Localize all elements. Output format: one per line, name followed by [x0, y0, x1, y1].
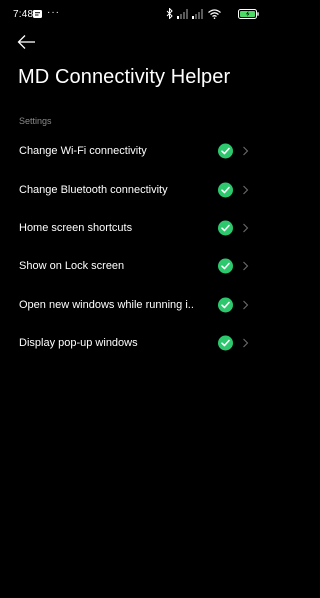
check-circle-icon — [218, 143, 233, 159]
check-circle-icon — [218, 335, 233, 351]
arrow-left-icon — [17, 35, 35, 49]
check-circle-icon — [218, 220, 233, 236]
section-header: Settings — [19, 116, 52, 126]
back-button[interactable] — [14, 31, 40, 53]
setting-row-show-on-lock-screen[interactable]: Show on Lock screen — [0, 247, 269, 285]
setting-label: Show on Lock screen — [19, 260, 125, 273]
chevron-right-icon — [243, 300, 249, 310]
setting-label: Home screen shortcuts — [19, 221, 133, 234]
battery-icon — [238, 9, 259, 19]
settings-list: Change Wi-Fi connectivity Change Bluetoo… — [0, 132, 269, 362]
setting-row-change-bluetooth[interactable]: Change Bluetooth connectivity — [0, 170, 269, 208]
check-circle-icon — [218, 258, 233, 274]
wifi-icon — [208, 9, 221, 19]
chevron-right-icon — [243, 185, 249, 194]
more-notifications-icon: ··· — [47, 7, 60, 18]
chevron-right-icon — [243, 146, 249, 156]
chevron-right-icon — [243, 223, 249, 233]
setting-row-home-screen-shortcuts[interactable]: Home screen shortcuts — [0, 209, 269, 247]
chevron-right-icon — [243, 338, 249, 348]
setting-label: Change Wi-Fi connectivity — [19, 145, 147, 158]
setting-row-display-popup-windows[interactable]: Display pop-up windows — [0, 324, 269, 362]
setting-label: Change Bluetooth connectivity — [19, 183, 168, 196]
check-circle-icon — [218, 297, 233, 313]
page-title: MD Connectivity Helper — [18, 66, 231, 88]
signal-icon — [177, 9, 188, 19]
status-bar: 7:48 ··· — [0, 0, 269, 28]
bluetooth-icon — [166, 8, 173, 19]
setting-label: Open new windows while running i.. — [19, 298, 194, 311]
notification-icon — [33, 10, 42, 18]
check-circle-icon — [218, 182, 233, 198]
setting-row-change-wifi[interactable]: Change Wi-Fi connectivity — [0, 132, 269, 170]
status-time: 7:48 — [13, 9, 34, 20]
chevron-right-icon — [243, 261, 249, 271]
signal-icon — [192, 9, 203, 19]
setting-row-open-new-windows[interactable]: Open new windows while running i.. — [0, 286, 269, 324]
setting-label: Display pop-up windows — [19, 337, 138, 350]
